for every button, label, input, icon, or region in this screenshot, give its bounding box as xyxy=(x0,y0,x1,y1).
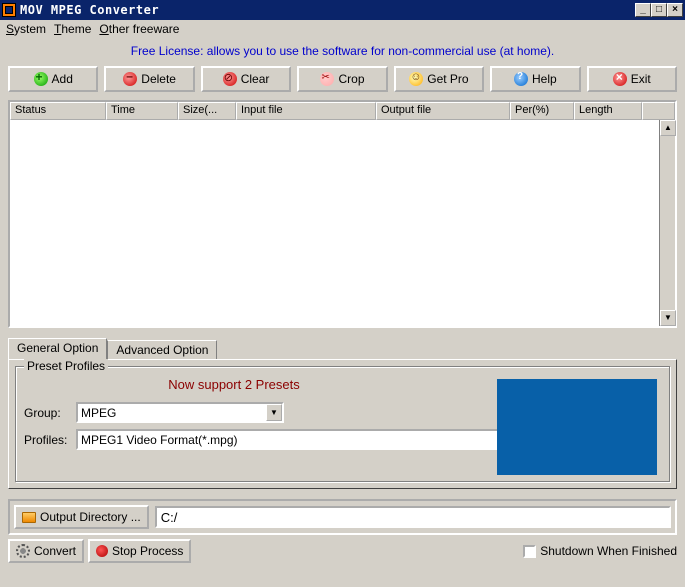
maximize-button[interactable]: □ xyxy=(651,3,667,17)
toolbar: Add Delete Clear Crop Get Pro Help Exit xyxy=(0,62,685,100)
delete-icon xyxy=(123,72,137,86)
delete-button[interactable]: Delete xyxy=(104,66,194,92)
output-path-field[interactable]: C:/ xyxy=(155,506,671,528)
window-controls: _ □ × xyxy=(635,3,683,17)
column-headers: Status Time Size(... Input file Output f… xyxy=(10,102,675,120)
exit-label: Exit xyxy=(631,72,651,86)
convert-button[interactable]: Convert xyxy=(8,539,84,563)
convert-label: Convert xyxy=(34,544,76,558)
getpro-label: Get Pro xyxy=(427,72,468,86)
scroll-down-icon[interactable]: ▼ xyxy=(660,310,676,326)
title-bar: MOV MPEG Converter _ □ × xyxy=(0,0,685,20)
help-button[interactable]: Help xyxy=(490,66,580,92)
col-status[interactable]: Status xyxy=(10,102,106,120)
crop-label: Crop xyxy=(338,72,364,86)
stop-icon xyxy=(96,545,108,557)
menu-theme[interactable]: Theme xyxy=(54,22,91,36)
col-size[interactable]: Size(... xyxy=(178,102,236,120)
menu-bar: System Theme Other freeware xyxy=(0,20,685,38)
close-button[interactable]: × xyxy=(667,3,683,17)
getpro-icon xyxy=(409,72,423,86)
stop-button[interactable]: Stop Process xyxy=(88,539,191,563)
chevron-down-icon[interactable]: ▼ xyxy=(266,404,282,421)
help-label: Help xyxy=(532,72,557,86)
file-list: Status Time Size(... Input file Output f… xyxy=(8,100,677,328)
help-icon xyxy=(514,72,528,86)
clear-icon xyxy=(223,72,237,86)
exit-icon xyxy=(613,72,627,86)
gear-icon xyxy=(16,544,30,558)
option-tabs: General Option Advanced Option xyxy=(8,338,677,359)
exit-button[interactable]: Exit xyxy=(587,66,677,92)
list-scrollbar[interactable]: ▲ ▼ xyxy=(659,120,675,326)
add-icon xyxy=(34,72,48,86)
folder-icon xyxy=(22,512,36,523)
preview-pane xyxy=(497,379,657,475)
col-spacer xyxy=(642,102,675,120)
license-text: Free License: allows you to use the soft… xyxy=(0,38,685,62)
output-button-label: Output Directory ... xyxy=(40,510,141,524)
menu-system[interactable]: System xyxy=(6,22,46,36)
add-label: Add xyxy=(52,72,73,86)
group-value[interactable] xyxy=(78,406,266,420)
minimize-button[interactable]: _ xyxy=(635,3,651,17)
col-output[interactable]: Output file xyxy=(376,102,510,120)
output-row: Output Directory ... C:/ xyxy=(8,499,677,535)
col-per[interactable]: Per(%) xyxy=(510,102,574,120)
output-directory-button[interactable]: Output Directory ... xyxy=(14,505,149,529)
preset-profiles-group: Preset Profiles Now support 2 Presets Gr… xyxy=(15,366,670,482)
col-time[interactable]: Time xyxy=(106,102,178,120)
col-input[interactable]: Input file xyxy=(236,102,376,120)
window-title: MOV MPEG Converter xyxy=(20,3,635,17)
tab-general[interactable]: General Option xyxy=(8,338,107,359)
clear-button[interactable]: Clear xyxy=(201,66,291,92)
crop-icon xyxy=(320,72,334,86)
scroll-up-icon[interactable]: ▲ xyxy=(660,120,676,136)
shutdown-label: Shutdown When Finished xyxy=(540,544,677,558)
add-button[interactable]: Add xyxy=(8,66,98,92)
shutdown-checkbox[interactable] xyxy=(523,545,536,558)
delete-label: Delete xyxy=(141,72,176,86)
preset-message: Now support 2 Presets xyxy=(24,377,444,392)
app-icon xyxy=(2,3,16,17)
preset-legend: Preset Profiles xyxy=(24,359,108,373)
action-row: Convert Stop Process Shutdown When Finis… xyxy=(8,539,677,563)
tab-advanced[interactable]: Advanced Option xyxy=(107,340,217,359)
profiles-label: Profiles: xyxy=(24,433,72,447)
shutdown-checkbox-row[interactable]: Shutdown When Finished xyxy=(523,544,677,558)
menu-other-freeware[interactable]: Other freeware xyxy=(99,22,179,36)
stop-label: Stop Process xyxy=(112,544,183,558)
crop-button[interactable]: Crop xyxy=(297,66,387,92)
getpro-button[interactable]: Get Pro xyxy=(394,66,484,92)
tab-panel: Preset Profiles Now support 2 Presets Gr… xyxy=(8,359,677,489)
group-label: Group: xyxy=(24,406,72,420)
col-length[interactable]: Length xyxy=(574,102,642,120)
clear-label: Clear xyxy=(241,72,270,86)
group-combo[interactable]: ▼ xyxy=(76,402,284,423)
